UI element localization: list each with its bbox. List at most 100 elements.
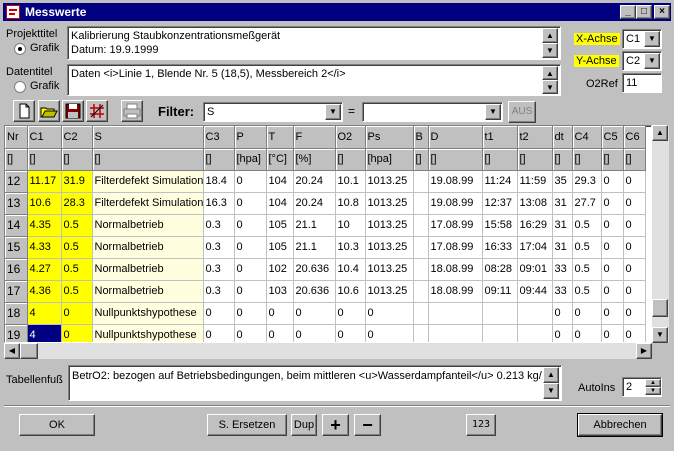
- scroll-right-arrow-icon[interactable]: ▶: [636, 343, 652, 359]
- table-cell[interactable]: 17:04: [517, 236, 553, 259]
- table-cell[interactable]: 0: [623, 258, 646, 281]
- table-cell[interactable]: 0: [552, 324, 573, 342]
- table-cell[interactable]: [482, 302, 518, 325]
- row-header[interactable]: 13: [5, 192, 28, 215]
- table-cell[interactable]: 0: [623, 170, 646, 193]
- table-cell[interactable]: [413, 214, 429, 237]
- table-cell[interactable]: [413, 258, 429, 281]
- cancel-button[interactable]: Abbrechen: [577, 413, 663, 437]
- table-cell[interactable]: 0.5: [572, 280, 602, 303]
- column-header[interactable]: t1: [482, 126, 518, 149]
- grid-vertical-scrollbar[interactable]: ▲ ▼: [652, 125, 669, 343]
- data-scroll-down[interactable]: ▼: [542, 80, 558, 94]
- table-cell[interactable]: 0: [335, 302, 366, 325]
- column-header[interactable]: O2: [335, 126, 366, 149]
- project-scroll-down[interactable]: ▼: [542, 43, 558, 58]
- grid-button[interactable]: [86, 100, 108, 122]
- table-row[interactable]: 16 4.27 0.5 Normalbetrieb 0.3 0 102 20.636 10.4 1…: [5, 258, 646, 281]
- table-cell[interactable]: 104: [266, 170, 294, 193]
- table-cell[interactable]: 4.27: [27, 258, 62, 281]
- table-cell[interactable]: 09:44: [517, 280, 553, 303]
- table-cell[interactable]: 1013.25: [365, 258, 414, 281]
- table-cell[interactable]: 10.6: [335, 280, 366, 303]
- o2ref-input[interactable]: 11: [622, 73, 662, 93]
- table-cell[interactable]: [413, 192, 429, 215]
- table-cell[interactable]: 0: [234, 192, 267, 215]
- table-cell[interactable]: 0: [293, 302, 336, 325]
- table-cell[interactable]: 33: [552, 280, 573, 303]
- table-cell[interactable]: 19.08.99: [428, 170, 483, 193]
- table-cell[interactable]: 0: [234, 236, 267, 259]
- table-cell[interactable]: 19.08.99: [428, 192, 483, 215]
- table-cell[interactable]: 18.08.99: [428, 280, 483, 303]
- table-cell[interactable]: 0: [203, 324, 235, 342]
- replace-button[interactable]: S. Ersetzen: [207, 414, 287, 436]
- table-cell[interactable]: 20.636: [293, 280, 336, 303]
- chevron-down-icon[interactable]: ▼: [485, 104, 501, 120]
- add-row-button[interactable]: +: [322, 414, 349, 436]
- table-cell[interactable]: 0: [61, 302, 93, 325]
- table-row[interactable]: 17 4.36 0.5 Normalbetrieb 0.3 0 103 20.636 10.6 1…: [5, 280, 646, 303]
- table-cell[interactable]: 12:37: [482, 192, 518, 215]
- row-header[interactable]: 16: [5, 258, 28, 281]
- table-cell[interactable]: 105: [266, 236, 294, 259]
- table-row[interactable]: 19 4 0 Nullpunktshypothese 0 0 0 0 0 0 0 0 0 0: [5, 324, 646, 342]
- table-cell[interactable]: Normalbetrieb: [92, 280, 204, 303]
- table-cell[interactable]: 11.17: [27, 170, 62, 193]
- chevron-down-icon[interactable]: ▼: [644, 31, 660, 47]
- table-cell[interactable]: 10.1: [335, 170, 366, 193]
- row-header[interactable]: 15: [5, 236, 28, 259]
- ok-button[interactable]: OK: [19, 414, 95, 436]
- table-cell[interactable]: 0.5: [572, 258, 602, 281]
- table-cell[interactable]: Normalbetrieb: [92, 258, 204, 281]
- table-cell[interactable]: 0: [601, 236, 624, 259]
- scroll-up-arrow-icon[interactable]: ▲: [652, 125, 668, 141]
- table-cell[interactable]: 20.24: [293, 170, 336, 193]
- table-cell[interactable]: [517, 302, 553, 325]
- table-cell[interactable]: 1013.25: [365, 192, 414, 215]
- table-cell[interactable]: 0: [293, 324, 336, 342]
- table-cell[interactable]: 0.3: [203, 258, 235, 281]
- column-header[interactable]: D: [428, 126, 483, 149]
- table-cell[interactable]: Normalbetrieb: [92, 236, 204, 259]
- table-cell[interactable]: [428, 302, 483, 325]
- table-cell[interactable]: 4.35: [27, 214, 62, 237]
- filter-value-select[interactable]: ▼: [362, 102, 503, 122]
- data-grafik-radio[interactable]: [14, 81, 26, 93]
- table-cell[interactable]: 31: [552, 214, 573, 237]
- table-cell[interactable]: 0.5: [61, 258, 93, 281]
- x-axis-select[interactable]: C1 ▼: [622, 29, 662, 49]
- data-scroll-up[interactable]: ▲: [542, 66, 558, 80]
- table-cell[interactable]: 29.3: [572, 170, 602, 193]
- table-cell[interactable]: 10.3: [335, 236, 366, 259]
- column-header[interactable]: Nr: [5, 126, 28, 149]
- table-cell[interactable]: 1013.25: [365, 280, 414, 303]
- table-cell[interactable]: 10: [335, 214, 366, 237]
- close-button[interactable]: ×: [654, 5, 670, 19]
- table-cell[interactable]: 11:59: [517, 170, 553, 193]
- table-cell[interactable]: 0: [623, 280, 646, 303]
- table-cell[interactable]: 0: [234, 280, 267, 303]
- table-cell[interactable]: 09:11: [482, 280, 518, 303]
- table-cell[interactable]: 0.3: [203, 280, 235, 303]
- table-cell[interactable]: [413, 280, 429, 303]
- table-cell[interactable]: 0: [234, 258, 267, 281]
- table-cell[interactable]: 08:28: [482, 258, 518, 281]
- table-cell[interactable]: 31: [552, 236, 573, 259]
- column-header[interactable]: C5: [601, 126, 624, 149]
- table-cell[interactable]: 10.8: [335, 192, 366, 215]
- table-cell[interactable]: 0: [572, 324, 602, 342]
- table-cell[interactable]: [413, 302, 429, 325]
- table-cell[interactable]: 102: [266, 258, 294, 281]
- table-cell[interactable]: 0.3: [203, 236, 235, 259]
- table-cell[interactable]: 0: [61, 324, 93, 342]
- table-cell[interactable]: 21.1: [293, 236, 336, 259]
- table-cell[interactable]: [482, 324, 518, 342]
- column-header[interactable]: S: [92, 126, 204, 149]
- filter-field-select[interactable]: S ▼: [203, 102, 343, 122]
- table-cell[interactable]: 0: [365, 302, 414, 325]
- table-cell[interactable]: 0: [203, 302, 235, 325]
- column-header[interactable]: C1: [27, 126, 62, 149]
- table-cell[interactable]: 09:01: [517, 258, 553, 281]
- table-cell[interactable]: 0: [552, 302, 573, 325]
